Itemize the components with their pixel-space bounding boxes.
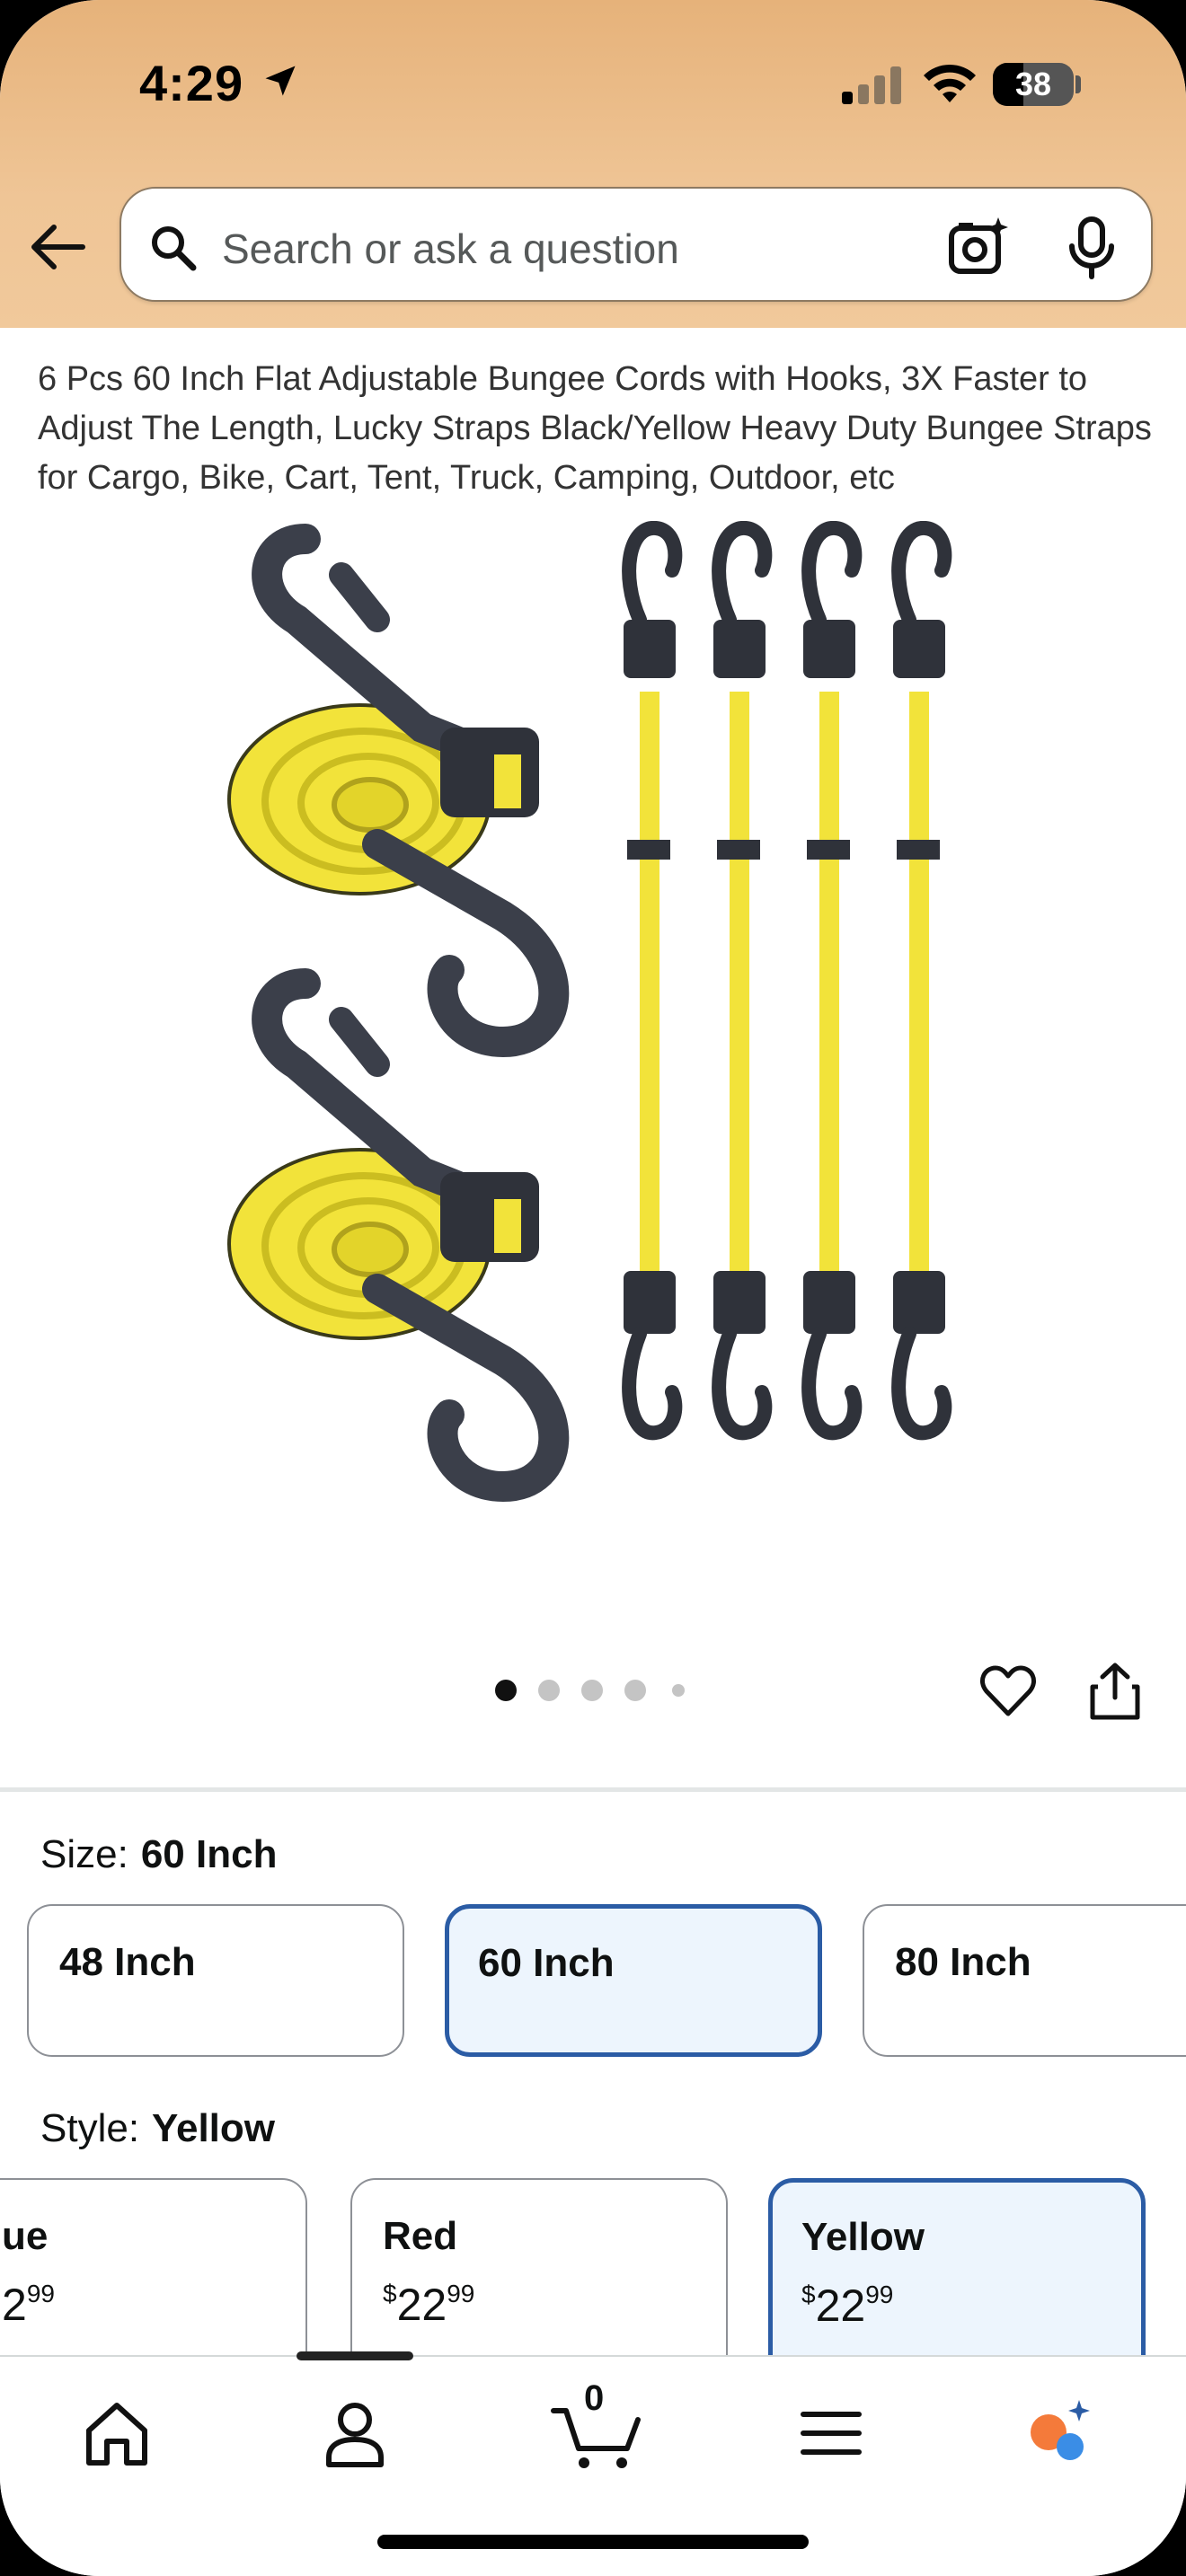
battery-icon: 38 — [993, 63, 1074, 106]
price-cents: 99 — [865, 2280, 894, 2308]
location-arrow-icon — [265, 66, 296, 96]
screen: 4:29 38 Search or ask a question 6 Pcs 6… — [0, 0, 1186, 2576]
heart-icon[interactable] — [979, 1664, 1037, 1718]
back-arrow-button[interactable] — [27, 220, 90, 274]
size-selected-value: 60 Inch — [140, 1832, 278, 1876]
style-option-label: ue — [2, 2214, 49, 2258]
nav-active-indicator — [296, 2351, 413, 2360]
size-option-label: 80 Inch — [895, 1940, 1031, 1984]
carousel-dot[interactable] — [672, 1684, 685, 1697]
vertical-strap-3 — [801, 521, 863, 1441]
style-option-price: $2299 — [383, 2279, 474, 2331]
status-time: 4:29 — [139, 55, 244, 111]
style-option-label: Red — [383, 2214, 458, 2258]
price-symbol: $ — [801, 2280, 816, 2308]
section-divider — [0, 1787, 1186, 1792]
style-label: Style: Yellow — [40, 2106, 275, 2151]
style-option-price: $2299 — [801, 2280, 893, 2332]
search-bar[interactable]: Search or ask a question — [119, 187, 1153, 302]
style-label-text: Style: — [40, 2106, 140, 2150]
carousel-dot[interactable] — [581, 1680, 603, 1701]
microphone-icon[interactable] — [1065, 216, 1119, 280]
size-option-48[interactable]: 48 Inch — [27, 1904, 404, 2057]
price-cents: 99 — [447, 2280, 475, 2307]
account-icon[interactable] — [314, 2393, 395, 2474]
share-icon[interactable] — [1087, 1662, 1143, 1721]
vertical-strap-1 — [622, 521, 683, 1441]
size-label: Size: 60 Inch — [40, 1832, 277, 1877]
battery-percent: 38 — [1014, 66, 1052, 102]
coiled-strap-top — [227, 524, 570, 1058]
style-option-label: Yellow — [801, 2215, 925, 2259]
home-indicator[interactable] — [377, 2535, 809, 2549]
price-symbol: $ — [383, 2280, 397, 2307]
wifi-icon — [924, 64, 976, 102]
battery-cap — [1075, 75, 1081, 93]
price-whole: 22 — [396, 2280, 447, 2330]
size-option-label: 60 Inch — [478, 1941, 615, 1985]
carousel-dot[interactable] — [495, 1680, 517, 1701]
price-whole: 2 — [2, 2280, 27, 2330]
price-whole: 22 — [815, 2280, 866, 2331]
style-selected-value: Yellow — [152, 2106, 275, 2150]
style-option-price: 299 — [2, 2279, 55, 2331]
size-option-60[interactable]: 60 Inch — [445, 1904, 822, 2057]
product-title: 6 Pcs 60 Inch Flat Adjustable Bungee Cor… — [38, 360, 1152, 497]
coiled-strap-bottom — [227, 968, 570, 1503]
size-option-80[interactable]: 80 Inch — [863, 1904, 1186, 2057]
size-option-label: 48 Inch — [59, 1940, 196, 1984]
carousel-dot[interactable] — [624, 1680, 646, 1701]
carousel-dot[interactable] — [538, 1680, 560, 1701]
home-icon[interactable] — [76, 2393, 157, 2474]
header: 4:29 38 Search or ask a question — [0, 0, 1186, 328]
price-cents: 99 — [26, 2280, 55, 2307]
menu-icon[interactable] — [791, 2393, 872, 2474]
vertical-strap-4 — [891, 521, 952, 1441]
search-icon — [152, 226, 197, 271]
rufus-assistant-icon[interactable] — [1020, 2393, 1101, 2474]
product-image[interactable] — [0, 521, 1186, 1581]
cart-count-badge: 0 — [584, 2378, 605, 2418]
search-input[interactable]: Search or ask a question — [222, 225, 679, 273]
camera-lens-icon[interactable] — [946, 216, 1011, 280]
size-label-text: Size: — [40, 1832, 128, 1876]
vertical-strap-2 — [712, 521, 773, 1441]
signal-icon — [842, 66, 901, 104]
